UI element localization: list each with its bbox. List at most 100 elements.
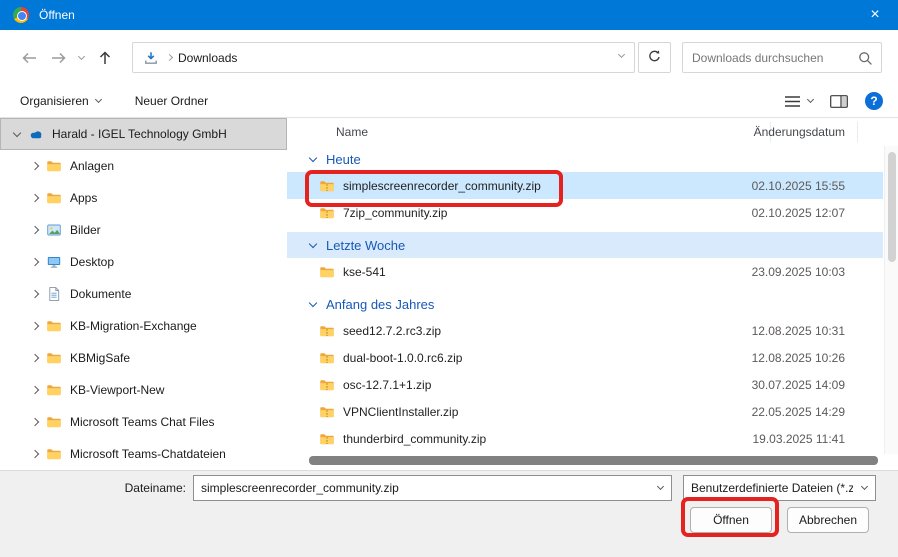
file-row[interactable]: thunderbird_community.zip 19.03.2025 11:… bbox=[287, 425, 883, 452]
address-dropdown-icon[interactable] bbox=[618, 51, 625, 58]
tree-expander[interactable] bbox=[26, 419, 44, 425]
file-row[interactable]: VPNClientInstaller.zip 22.05.2025 14:29 bbox=[287, 398, 883, 425]
sidebar-item[interactable]: Apps bbox=[0, 182, 287, 214]
file-icon bbox=[319, 431, 335, 447]
chevron-down-icon bbox=[77, 52, 84, 59]
file-row[interactable]: kse-541 23.09.2025 10:03 bbox=[287, 258, 883, 285]
tree-expander[interactable] bbox=[26, 163, 44, 169]
file-icon bbox=[319, 178, 335, 194]
tree-expander[interactable] bbox=[26, 259, 44, 265]
history-dropdown-button[interactable] bbox=[73, 42, 89, 74]
sidebar-item-icon bbox=[46, 286, 62, 302]
column-header-date[interactable]: Änderungsdatum bbox=[754, 125, 845, 139]
vertical-scrollbar-thumb[interactable] bbox=[888, 152, 896, 262]
refresh-button[interactable] bbox=[638, 42, 671, 73]
file-name: osc-12.7.1+1.zip bbox=[343, 378, 431, 392]
sidebar-item-icon bbox=[46, 190, 62, 206]
file-group-header[interactable]: Heute bbox=[287, 146, 883, 172]
tree-expander[interactable] bbox=[26, 323, 44, 329]
file-icon bbox=[319, 264, 335, 280]
new-folder-button[interactable]: Neuer Ordner bbox=[135, 94, 208, 108]
toolbar-right-group: ? bbox=[784, 92, 883, 110]
window-title: Öffnen bbox=[39, 8, 75, 22]
file-name: thunderbird_community.zip bbox=[343, 432, 486, 446]
filetype-dropdown[interactable]: Benutzerdefinierte Dateien (*.zip bbox=[683, 475, 876, 501]
file-row[interactable]: dual-boot-1.0.0.rc6.zip 12.08.2025 10:26 bbox=[287, 344, 883, 371]
vertical-scrollbar[interactable] bbox=[884, 146, 898, 454]
tree-expander[interactable] bbox=[26, 195, 44, 201]
file-date: 12.08.2025 10:26 bbox=[752, 351, 845, 365]
sidebar-item[interactable]: KBMigSafe bbox=[0, 342, 287, 374]
sidebar-item-icon bbox=[46, 222, 62, 238]
sidebar-item-label: Dokumente bbox=[70, 287, 131, 301]
back-button[interactable] bbox=[13, 42, 45, 74]
filetype-dropdown-icon[interactable] bbox=[853, 476, 875, 500]
filename-dropdown-icon[interactable] bbox=[649, 476, 671, 500]
file-icon bbox=[319, 350, 335, 366]
file-date: 19.03.2025 11:41 bbox=[752, 432, 845, 446]
file-icon bbox=[319, 205, 335, 221]
search-icon[interactable] bbox=[858, 51, 873, 69]
tree-expander[interactable] bbox=[26, 355, 44, 361]
sidebar-item-label: Desktop bbox=[70, 255, 114, 269]
chevron-down-icon bbox=[807, 96, 814, 103]
dialog-content: Harald - IGEL Technology GmbH Anlagen Ap… bbox=[0, 118, 898, 470]
sidebar-item[interactable]: Dokumente bbox=[0, 278, 287, 310]
tree-expander[interactable] bbox=[26, 451, 44, 457]
forward-arrow-icon bbox=[50, 50, 68, 66]
change-view-button[interactable] bbox=[784, 95, 813, 108]
filename-label: Dateiname: bbox=[118, 475, 186, 501]
open-button[interactable]: Öffnen bbox=[690, 507, 772, 533]
sidebar-item[interactable]: Desktop bbox=[0, 246, 287, 278]
titlebar: Öffnen × bbox=[0, 0, 898, 30]
file-date: 23.09.2025 10:03 bbox=[752, 265, 845, 279]
group-label: Anfang des Jahres bbox=[326, 297, 434, 312]
sidebar-item-label: Bilder bbox=[70, 223, 101, 237]
file-row[interactable]: seed12.7.2.rc3.zip 12.08.2025 10:31 bbox=[287, 317, 883, 344]
sidebar-item[interactable]: KB-Migration-Exchange bbox=[0, 310, 287, 342]
sidebar-item[interactable]: Bilder bbox=[0, 214, 287, 246]
up-button[interactable] bbox=[89, 42, 121, 74]
navigation-bar: Downloads bbox=[0, 30, 898, 85]
sidebar-item[interactable]: Microsoft Teams-Chatdateien bbox=[0, 438, 287, 470]
preview-pane-button[interactable] bbox=[830, 95, 848, 108]
file-row[interactable]: simplescreenrecorder_community.zip 02.10… bbox=[287, 172, 883, 199]
file-date: 22.05.2025 14:29 bbox=[752, 405, 845, 419]
refresh-icon bbox=[647, 49, 662, 64]
file-group-header[interactable]: Letzte Woche bbox=[287, 232, 883, 258]
sidebar-item-label: Harald - IGEL Technology GmbH bbox=[52, 127, 227, 141]
dialog-footer: Dateiname: Benutzerdefinierte Dateien (*… bbox=[0, 470, 898, 557]
tree-expander[interactable] bbox=[26, 227, 44, 233]
sidebar-item-icon bbox=[46, 318, 62, 334]
tree-expander[interactable] bbox=[26, 387, 44, 393]
organize-label: Organisieren bbox=[20, 94, 89, 108]
sidebar-item[interactable]: Microsoft Teams Chat Files bbox=[0, 406, 287, 438]
organize-button[interactable]: Organisieren bbox=[20, 94, 101, 108]
close-button[interactable]: × bbox=[852, 0, 898, 30]
file-icon bbox=[319, 377, 335, 393]
sidebar-item-icon bbox=[46, 350, 62, 366]
forward-button[interactable] bbox=[45, 42, 73, 74]
sidebar-item-label: Apps bbox=[70, 191, 97, 205]
column-header-name[interactable]: Name bbox=[336, 125, 368, 139]
file-name: kse-541 bbox=[343, 265, 386, 279]
file-row[interactable]: osc-12.7.1+1.zip 30.07.2025 14:09 bbox=[287, 371, 883, 398]
file-row[interactable]: 7zip_community.zip 02.10.2025 12:07 bbox=[287, 199, 883, 226]
help-button[interactable]: ? bbox=[865, 92, 883, 110]
horizontal-scrollbar-thumb[interactable] bbox=[309, 456, 878, 465]
breadcrumb-segment[interactable]: Downloads bbox=[178, 51, 237, 65]
tree-expander[interactable] bbox=[26, 291, 44, 297]
file-date: 30.07.2025 14:09 bbox=[752, 378, 845, 392]
sidebar-item[interactable]: Harald - IGEL Technology GmbH bbox=[0, 118, 287, 150]
group-label: Heute bbox=[326, 152, 361, 167]
search-input[interactable] bbox=[692, 51, 855, 65]
filename-input[interactable] bbox=[201, 481, 649, 495]
sidebar-item[interactable]: Anlagen bbox=[0, 150, 287, 182]
file-group-header[interactable]: Anfang des Jahres bbox=[287, 291, 883, 317]
chrome-icon bbox=[13, 7, 29, 23]
back-arrow-icon bbox=[20, 50, 38, 66]
tree-expander[interactable] bbox=[8, 133, 26, 136]
cancel-button[interactable]: Abbrechen bbox=[787, 507, 869, 533]
address-bar[interactable]: Downloads bbox=[132, 42, 635, 73]
sidebar-item[interactable]: KB-Viewport-New bbox=[0, 374, 287, 406]
